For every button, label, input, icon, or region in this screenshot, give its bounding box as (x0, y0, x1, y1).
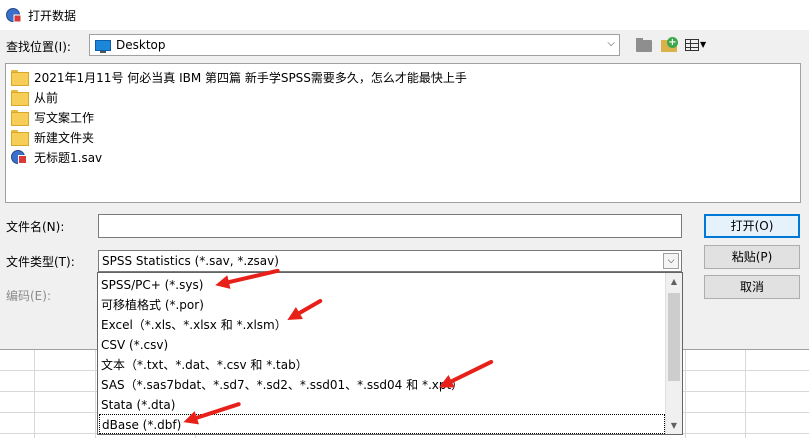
file-name: 从前 (34, 90, 59, 105)
filetype-option[interactable]: SPSS/PC+ (*.sys) (101, 275, 203, 295)
filetype-dropdown[interactable]: SPSS/PC+ (*.sys) 可移植格式 (*.por) Excel（*.x… (97, 272, 683, 435)
filetype-combo[interactable]: SPSS Statistics (*.sav, *.zsav) ⌵ (98, 250, 682, 272)
filetype-option[interactable]: Excel（*.xls、*.xlsx 和 *.xlsm） (101, 315, 287, 335)
chevron-up-icon[interactable]: ▲ (666, 273, 682, 290)
list-item[interactable]: 2021年1月11号 何必当真 IBM 第四篇 新手学SPSS需要多久，怎么才能… (11, 67, 467, 87)
filename-input[interactable] (98, 214, 682, 238)
view-menu-icon[interactable]: ▼ (684, 36, 710, 54)
folder-up-icon[interactable] (634, 36, 654, 54)
spss-app-icon (6, 8, 22, 23)
filetype-option[interactable]: SAS（*.sas7bdat、*.sd7、*.sd2、*.ssd01、*.ssd… (101, 375, 463, 395)
open-button[interactable]: 打开(O) (704, 214, 800, 238)
chevron-down-icon[interactable]: ⌵ (607, 38, 615, 49)
list-item[interactable]: 从前 (11, 87, 58, 107)
filetype-label: 文件类型(T): (6, 255, 75, 269)
file-name: 无标题1.sav (34, 150, 103, 165)
file-name: 写文案工作 (34, 110, 95, 125)
new-folder-icon[interactable]: + (660, 36, 680, 54)
folder-icon (11, 90, 29, 106)
folder-icon (11, 70, 29, 86)
filename-label: 文件名(N): (6, 220, 65, 234)
window-title: 打开数据 (28, 9, 77, 23)
lookin-label: 查找位置(I): (6, 40, 71, 54)
filetype-option[interactable]: 可移植格式 (*.por) (101, 295, 204, 315)
folder-icon (11, 110, 29, 126)
cancel-button[interactable]: 取消 (704, 275, 800, 299)
filetype-value: SPSS Statistics (*.sav, *.zsav) (102, 254, 279, 268)
list-item[interactable]: 无标题1.sav (11, 147, 102, 167)
lookin-value: Desktop (116, 38, 166, 52)
chevron-down-icon[interactable]: ▼ (666, 417, 682, 434)
filetype-option[interactable]: 文本（*.txt、*.dat、*.csv 和 *.tab） (101, 355, 308, 375)
file-list[interactable]: 2021年1月11号 何必当真 IBM 第四篇 新手学SPSS需要多久，怎么才能… (5, 63, 801, 203)
list-item[interactable]: 写文案工作 (11, 107, 94, 127)
dropdown-scrollbar[interactable]: ▲ ▼ (665, 273, 682, 434)
file-name: 2021年1月11号 何必当真 IBM 第四篇 新手学SPSS需要多久，怎么才能… (34, 70, 467, 85)
folder-icon (11, 130, 29, 146)
paste-button[interactable]: 粘贴(P) (704, 245, 800, 269)
sav-file-icon (11, 149, 27, 165)
title-bar: 打开数据 (0, 0, 809, 30)
list-item[interactable]: 新建文件夹 (11, 127, 94, 147)
lookin-combo[interactable]: Desktop ⌵ (89, 34, 620, 56)
scrollbar-thumb[interactable] (668, 293, 680, 381)
filetype-option[interactable]: Stata (*.dta) (101, 395, 175, 415)
encoding-label: 编码(E): (6, 289, 51, 303)
file-name: 新建文件夹 (34, 130, 95, 145)
chevron-down-icon[interactable]: ⌵ (663, 253, 679, 269)
desktop-icon (95, 40, 111, 53)
filetype-option[interactable]: CSV (*.csv) (101, 335, 168, 355)
